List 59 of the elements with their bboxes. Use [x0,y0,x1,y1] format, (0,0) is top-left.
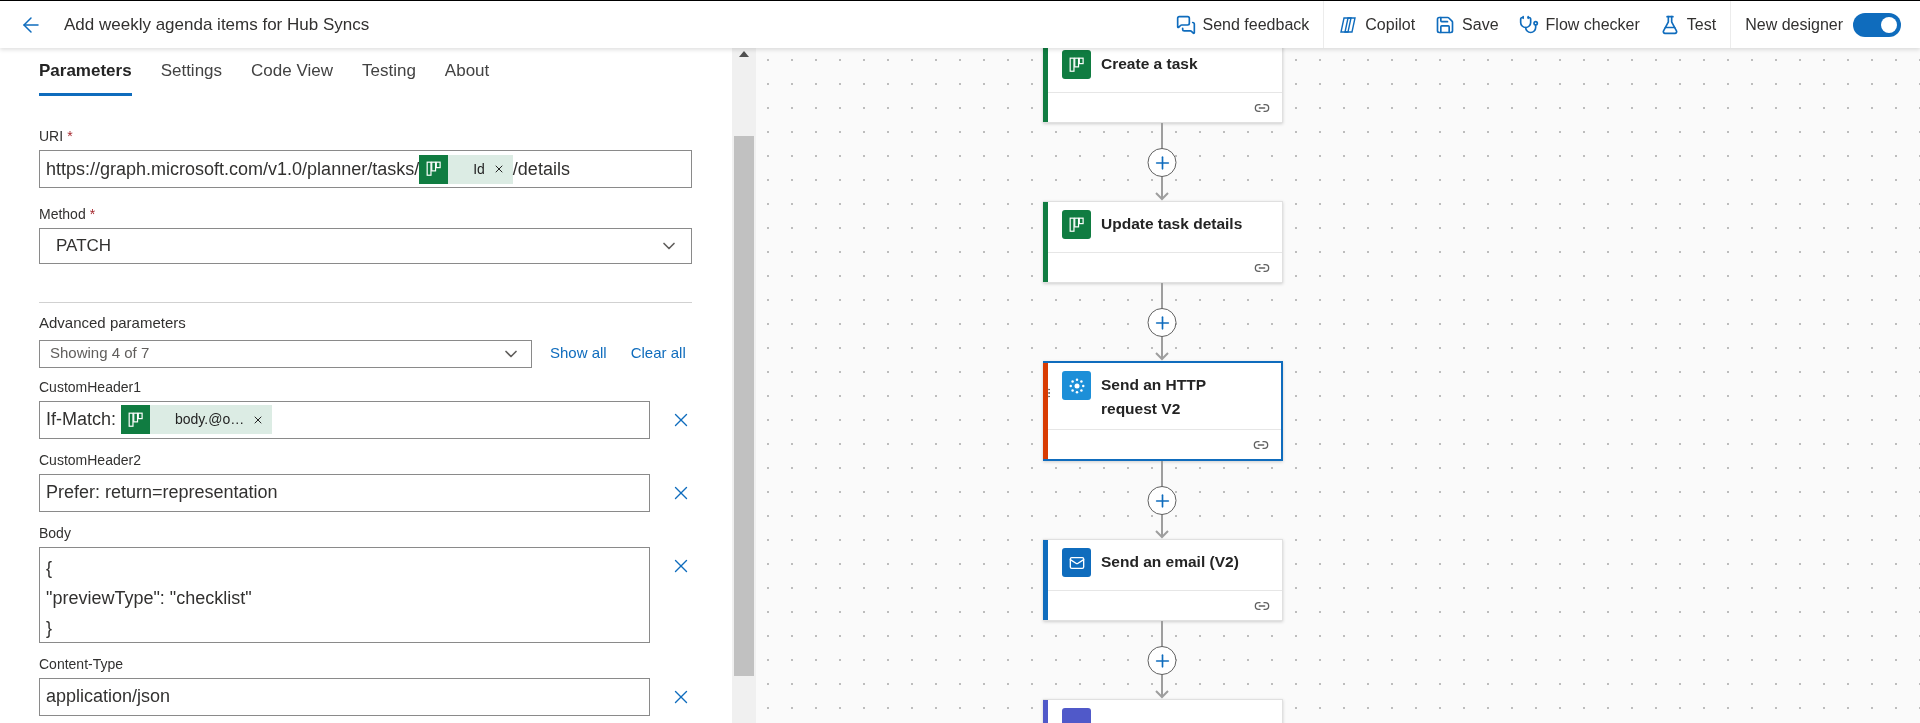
input-field[interactable]: If-Match: body.@o… [39,400,650,439]
panel-tab[interactable]: Code View [251,48,333,96]
advanced-dropdown[interactable]: Showing 4 of 7 [39,339,532,368]
toolbar-button[interactable]: Save [1425,1,1509,48]
toolbar-button[interactable]: Copilot [1328,1,1426,48]
toggle-label: New designer [1745,14,1843,35]
action-card[interactable]: Create a task [1043,48,1283,123]
mail-app-icon [1062,548,1091,577]
input-field[interactable]: Prefer: return=representation [39,473,650,512]
action-card[interactable] [1043,699,1283,723]
overlapping-shapes-icon [1338,14,1359,35]
field-label: URI [39,127,64,145]
toolbar-button[interactable]: Test [1649,1,1727,48]
stethoscope-icon [1518,14,1539,35]
card-title: Update task details [1101,214,1244,234]
panel-tab[interactable]: Settings [160,48,223,96]
add-step-button[interactable] [1147,148,1177,177]
field-label: Body [39,523,71,542]
body-text-area[interactable]: { "previewType": "checklist" } [39,546,650,643]
field-label: Content-Type [39,654,124,673]
section-label: Advanced parameters [39,313,187,333]
feedback-icon [1175,14,1196,35]
save-icon [1435,14,1456,35]
scrollbar[interactable] [732,48,756,723]
planner-icon [419,154,449,184]
panel-tab[interactable]: About [444,48,490,96]
planner-icon [121,405,150,434]
panel-tab[interactable]: Testing [361,48,416,96]
toggle-switch[interactable] [1853,12,1901,37]
link[interactable]: Show all [550,342,607,365]
link[interactable]: Clear all [630,342,686,365]
action-card[interactable]: Update task details [1043,201,1283,283]
method-dropdown[interactable]: PATCH [39,228,692,264]
input-field[interactable]: application/json [39,677,650,716]
add-step-button[interactable] [1147,646,1177,675]
card-title: Send an email (V2) [1101,552,1240,572]
panel-tab[interactable]: Parameters [39,48,132,96]
planner-icon [1062,50,1091,79]
token-chip[interactable]: Id [419,154,513,184]
action-card[interactable]: Send an HTTP request V2 [1043,361,1283,461]
field-label: CustomHeader2 [39,450,141,469]
field-label: Method [39,205,86,223]
card-title: Create a task [1101,54,1199,74]
app-icon [1062,708,1091,723]
action-card[interactable]: Send an email (V2) [1043,539,1283,621]
planner-icon [1062,210,1091,239]
toolbar-button[interactable]: Send feedback [1165,1,1320,48]
token-chip[interactable]: body.@o… [121,405,273,434]
card-title: Send an HTTP request V2 [1101,375,1207,419]
add-step-button[interactable] [1147,308,1177,337]
required-mark: * [67,127,73,145]
required-mark: * [89,205,96,223]
scroll-up-icon[interactable] [739,50,749,58]
input-field[interactable]: https://graph.microsoft.com/v1.0/planner/tasks/ Id /details [39,150,692,188]
flow-title: Add weekly agenda items for Hub Syncs [64,13,370,36]
toolbar-button[interactable]: Flow checker [1508,1,1650,48]
network-icon [1062,371,1091,400]
field-label: CustomHeader1 [39,377,141,396]
add-step-button[interactable] [1147,486,1177,515]
